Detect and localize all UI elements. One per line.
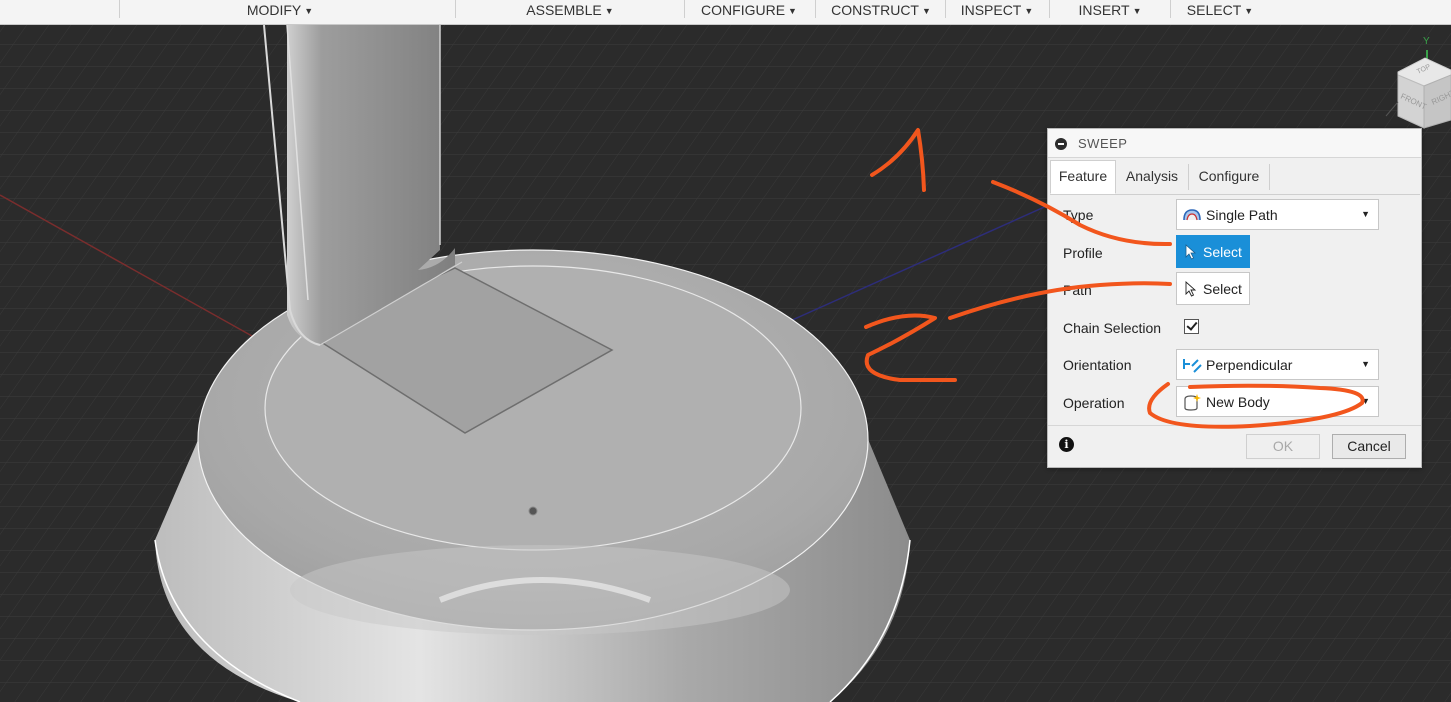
path-select-button[interactable]: Select: [1176, 272, 1250, 305]
cursor-icon: [1185, 281, 1197, 297]
menu-assemble-label: ASSEMBLE: [526, 2, 602, 18]
caret-down-icon: ▼: [1024, 6, 1034, 16]
operation-dropdown[interactable]: New Body ▼: [1176, 386, 1379, 417]
new-body-icon: [1184, 394, 1201, 411]
profile-label: Profile: [1063, 245, 1103, 261]
caret-down-icon: ▼: [1244, 6, 1254, 16]
orientation-dropdown[interactable]: Perpendicular ▼: [1176, 349, 1379, 380]
toolbar-separator: [1170, 0, 1171, 18]
orientation-value: Perpendicular: [1206, 357, 1293, 373]
toolbar-separator: [684, 0, 685, 18]
menu-construct[interactable]: CONSTRUCT ▼: [822, 0, 940, 22]
menu-select-label: SELECT: [1186, 2, 1242, 18]
menu-insert-label: INSERT: [1078, 2, 1130, 18]
type-dropdown[interactable]: Single Path ▼: [1176, 199, 1379, 230]
menu-insert[interactable]: INSERT ▼: [1060, 0, 1160, 22]
menu-configure[interactable]: CONFIGURE ▼: [690, 0, 808, 22]
view-cube-icon: Y TOP FRONT RIGHT: [1385, 36, 1451, 129]
caret-down-icon: ▼: [304, 6, 314, 16]
operation-label: Operation: [1063, 395, 1125, 411]
ok-button[interactable]: OK: [1246, 434, 1320, 459]
view-cube[interactable]: Y TOP FRONT RIGHT: [1380, 30, 1451, 130]
toolbar-separator: [119, 0, 120, 18]
info-icon[interactable]: i: [1059, 437, 1074, 452]
chevron-down-icon: ▼: [1361, 209, 1370, 219]
menu-construct-label: CONSTRUCT: [831, 2, 919, 18]
orientation-label: Orientation: [1063, 357, 1132, 373]
cursor-icon: [1185, 244, 1197, 260]
toolbar: MODIFY ▼ ASSEMBLE ▼ CONFIGURE ▼ CONSTRUCT ▼ …: [0, 0, 1451, 25]
path-select-label: Select: [1203, 281, 1242, 297]
svg-text:Y: Y: [1423, 36, 1430, 47]
caret-down-icon: ▼: [1132, 6, 1142, 16]
tab-configure[interactable]: Configure: [1189, 160, 1269, 193]
cancel-button[interactable]: Cancel: [1332, 434, 1406, 459]
menu-modify[interactable]: MODIFY ▼: [220, 0, 340, 22]
operation-value: New Body: [1206, 394, 1270, 410]
menu-configure-label: CONFIGURE: [701, 2, 786, 18]
type-value: Single Path: [1206, 207, 1278, 223]
menu-inspect-label: INSPECT: [960, 2, 1022, 18]
dialog-footer: i OK Cancel: [1048, 425, 1421, 468]
menu-assemble[interactable]: ASSEMBLE ▼: [505, 0, 635, 22]
tab-feature[interactable]: Feature: [1050, 160, 1116, 194]
chevron-down-icon: ▼: [1361, 359, 1370, 369]
toolbar-separator: [1049, 0, 1050, 18]
tab-divider: [1269, 164, 1270, 190]
profile-select-button[interactable]: Select: [1176, 235, 1250, 268]
toolbar-separator: [945, 0, 946, 18]
perpendicular-icon: [1183, 359, 1202, 373]
menu-select[interactable]: SELECT ▼: [1175, 0, 1265, 22]
chain-selection-label: Chain Selection: [1063, 320, 1162, 336]
dialog-header: SWEEP: [1048, 129, 1421, 158]
dialog-tabs: Feature Analysis Configure: [1050, 160, 1420, 195]
caret-down-icon: ▼: [788, 6, 797, 16]
toolbar-separator: [455, 0, 456, 18]
chain-selection-checkbox[interactable]: [1184, 319, 1199, 334]
path-label: Path: [1063, 282, 1092, 298]
tab-analysis[interactable]: Analysis: [1116, 160, 1188, 193]
menu-inspect[interactable]: INSPECT ▼: [950, 0, 1044, 22]
type-label: Type: [1063, 207, 1094, 223]
caret-down-icon: ▼: [604, 6, 614, 16]
profile-select-label: Select: [1203, 244, 1242, 260]
dialog-title: SWEEP: [1078, 136, 1128, 151]
sweep-dialog: SWEEP Feature Analysis Configure Type Si…: [1047, 128, 1422, 468]
menu-modify-label: MODIFY: [246, 2, 302, 18]
collapse-icon[interactable]: [1055, 138, 1067, 150]
single-path-icon: [1183, 209, 1201, 221]
toolbar-separator: [815, 0, 816, 18]
caret-down-icon: ▼: [921, 6, 931, 16]
chevron-down-icon: ▼: [1361, 396, 1370, 406]
